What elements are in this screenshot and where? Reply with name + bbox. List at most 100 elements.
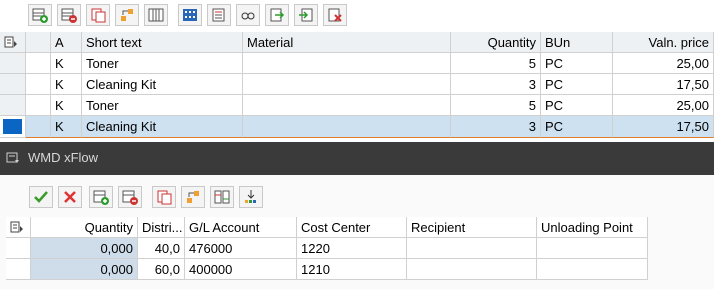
cancel-icon [64,191,76,203]
col-header-a[interactable]: A [51,32,82,53]
clear-button[interactable] [323,4,347,26]
copy-row-icon [91,8,106,23]
section-collapse-icon [6,152,19,163]
col-header-gl-account[interactable]: G/L Account [185,217,297,238]
export-button[interactable] [265,4,289,26]
cell-gl-account[interactable]: 400000 [185,259,297,280]
cell-quantity[interactable]: 5 [451,95,541,116]
cell-a[interactable]: K [51,116,82,138]
cell-distribution[interactable]: 60,0 [138,259,185,280]
row-selector[interactable] [0,95,26,116]
cell-quantity[interactable]: 0,000 [31,259,138,280]
col-header-unloading-point[interactable]: Unloading Point [537,217,648,238]
delete-row-button-lower[interactable] [118,186,142,208]
cell-short-text[interactable]: Toner [82,95,243,116]
calculator-button[interactable] [178,4,202,26]
delete-row-icon [122,190,138,205]
row-selector[interactable] [0,116,26,138]
cell-cost-center[interactable]: 1220 [297,238,407,259]
cell-quantity[interactable]: 0,000 [31,238,138,259]
col-header-material[interactable]: Material [243,32,451,53]
sort-button-lower[interactable] [181,186,205,208]
columns-icon [148,8,164,22]
download-icon [245,190,256,203]
row-blank-cell [26,53,51,74]
delete-row-icon [61,8,77,23]
cell-bun[interactable]: PC [541,74,613,95]
col-header-quantity[interactable]: Quantity [451,32,541,53]
cell-distribution[interactable]: 40,0 [138,238,185,259]
columns-icon [214,190,230,204]
delete-row-button[interactable] [57,4,81,26]
cell-short-text[interactable]: Cleaning Kit [82,116,243,138]
cell-gl-account[interactable]: 476000 [185,238,297,259]
layout-settings-button-lower[interactable] [6,217,31,238]
cell-recipient[interactable] [407,259,537,280]
cell-a[interactable]: K [51,53,82,74]
cell-bun[interactable]: PC [541,116,613,138]
cell-material[interactable] [243,116,451,138]
row-blank-cell [26,74,51,95]
row-selector[interactable] [6,259,31,280]
row-blank-cell [26,116,51,138]
cell-a[interactable]: K [51,95,82,116]
cell-quantity[interactable]: 5 [451,53,541,74]
columns-button[interactable] [144,4,168,26]
cell-bun[interactable]: PC [541,95,613,116]
col-header-distribution[interactable]: Distri... [138,217,185,238]
export-icon [270,8,285,22]
accept-button[interactable] [29,186,53,208]
col-header-bun[interactable]: BUn [541,32,613,53]
cell-material[interactable] [243,53,451,74]
append-row-icon [32,8,48,23]
cell-quantity[interactable]: 3 [451,74,541,95]
layout-settings-icon [4,36,17,48]
find-icon [241,12,255,20]
layout-settings-button[interactable] [0,32,26,53]
cancel-button[interactable] [58,186,82,208]
cell-valn-price[interactable]: 17,50 [613,116,714,138]
col-header-cost-center[interactable]: Cost Center [297,217,407,238]
cell-recipient[interactable] [407,238,537,259]
col-header-recipient[interactable]: Recipient [407,217,537,238]
accept-icon [34,191,48,203]
cell-a[interactable]: K [51,74,82,95]
cell-material[interactable] [243,74,451,95]
details-button[interactable] [207,4,231,26]
cell-bun[interactable]: PC [541,53,613,74]
cell-valn-price[interactable]: 17,50 [613,74,714,95]
cell-cost-center[interactable]: 1210 [297,259,407,280]
copy-row-button[interactable] [86,4,110,26]
download-button[interactable] [239,186,263,208]
import-button[interactable] [294,4,318,26]
clear-icon [328,8,342,22]
cell-valn-price[interactable]: 25,00 [613,53,714,74]
col-header-quantity[interactable]: Quantity [31,217,138,238]
find-button[interactable] [236,4,260,26]
cell-unloading-point[interactable] [537,238,648,259]
append-row-icon [93,190,109,205]
columns-button-lower[interactable] [210,186,234,208]
cell-material[interactable] [243,95,451,116]
append-row-button-lower[interactable] [89,186,113,208]
row-blank-cell [26,95,51,116]
section-header-bar: WMD xFlow [0,142,714,175]
copy-row-icon [157,190,172,205]
row-selector[interactable] [0,74,26,95]
row-selector[interactable] [0,53,26,74]
section-expand-button[interactable] [6,151,20,165]
cell-short-text[interactable]: Cleaning Kit [82,74,243,95]
col-header-short-text[interactable]: Short text [82,32,243,53]
cell-short-text[interactable]: Toner [82,53,243,74]
cell-unloading-point[interactable] [537,259,648,280]
cell-valn-price[interactable]: 25,00 [613,95,714,116]
append-row-button[interactable] [28,4,52,26]
layout-settings-icon [10,221,23,233]
copy-row-button-lower[interactable] [152,186,176,208]
cell-quantity[interactable]: 3 [451,116,541,138]
col-header-valn-price[interactable]: Valn. price [613,32,714,53]
row-selector[interactable] [6,238,31,259]
details-icon [212,8,225,22]
col-empty-header [26,32,51,53]
sort-button[interactable] [115,4,139,26]
